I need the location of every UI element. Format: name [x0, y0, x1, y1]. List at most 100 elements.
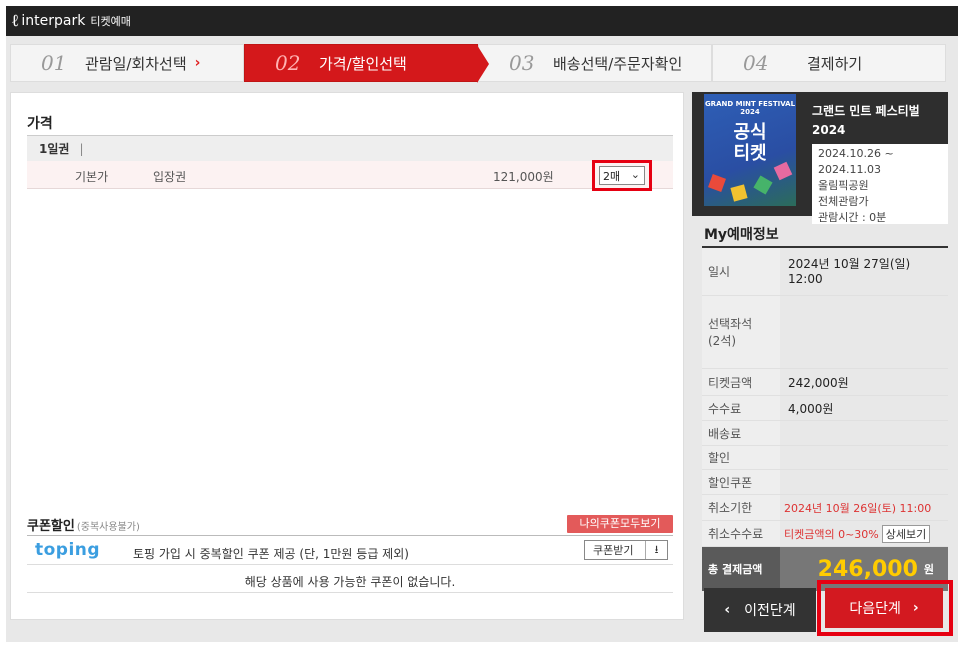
cancel-fee-text: 티켓금액의 0~30%: [784, 527, 879, 541]
poster-shape: [753, 175, 773, 195]
info-value: [780, 421, 948, 445]
coupon-title-text: 쿠폰할인: [27, 519, 75, 534]
info-key: 선택좌석 (2석): [702, 296, 780, 368]
chevron-down-icon: ⌄: [630, 168, 640, 181]
step-2: 02 가격/할인선택: [244, 44, 489, 83]
step-label: 관람일/회차선택: [85, 54, 187, 73]
download-icon: ⭳: [645, 541, 667, 559]
total-value: 246,000: [817, 556, 918, 582]
info-value: [780, 470, 948, 494]
info-key: 배송료: [702, 421, 780, 445]
info-value: [780, 446, 948, 469]
info-row-cancel-fee: 취소수수료 티켓금액의 0~30% 상세보기: [702, 521, 948, 547]
info-row-fee: 수수료 4,000원: [702, 396, 948, 421]
show-info: 2024.10.26 ~ 2024.11.03 올림픽공원 전체관람가 관람시간…: [812, 144, 948, 224]
step-label: 가격/할인선택: [319, 54, 407, 73]
poster-shape: [730, 184, 748, 202]
get-coupon-label: 쿠폰받기: [593, 544, 634, 557]
show-rating: 전체관람가: [818, 195, 869, 208]
info-row-discount: 할인: [702, 446, 948, 470]
info-value: 티켓금액의 0~30% 상세보기: [780, 521, 948, 546]
show-date-start: 2024.10.26 ~: [818, 147, 894, 160]
step-number: 02: [275, 51, 301, 75]
toping-promo-text: 토핑 가입 시 중복할인 쿠폰 제공 (단, 1만원 등급 제외): [133, 547, 409, 561]
step-number: 04: [743, 51, 769, 75]
step-label: 배송선택/주문자확인: [553, 54, 683, 73]
info-value: 242,000원: [788, 375, 849, 390]
prev-step-label: 이전단계: [744, 603, 796, 619]
my-coupons-button[interactable]: 나의쿠폰모두보기: [567, 515, 673, 533]
show-title: 그랜드 민트 페스티벌 2024: [812, 104, 920, 137]
ticket-group-header: 1일권 |: [27, 135, 673, 161]
coupon-title: 쿠폰할인 (중복사용불가): [27, 515, 140, 534]
my-info-table: 일시 2024년 10월 27일(일) 12:00 선택좌석 (2석) 티켓금액…: [702, 246, 948, 591]
price-row: 기본가 입장권 121,000원 2매 ⌄: [27, 160, 673, 191]
my-info-title: My예매정보: [704, 227, 779, 243]
coupon-note: (중복사용불가): [76, 522, 140, 533]
ticket-name: 입장권: [153, 170, 187, 184]
info-value: 2024년 10월 26일(토) 11:00: [784, 501, 932, 515]
ticket-group-label: 1일권: [39, 142, 70, 156]
info-row-coupon: 할인쿠폰: [702, 470, 948, 495]
poster-top-text: GRAND MINT FESTIVAL 2024: [704, 100, 796, 116]
info-value: [780, 296, 948, 368]
price-type: 기본가: [75, 170, 109, 184]
side-panel: GRAND MINT FESTIVAL 2024 공식 티켓 그랜드 민트 페스티…: [692, 92, 948, 591]
info-row-seats: 선택좌석 (2석): [702, 296, 948, 369]
get-coupon-button[interactable]: 쿠폰받기 ⭳: [584, 540, 668, 560]
show-poster: GRAND MINT FESTIVAL 2024 공식 티켓: [704, 94, 796, 206]
info-key: 수수료: [702, 396, 780, 420]
info-row-date: 일시 2024년 10월 27일(일) 12:00: [702, 248, 948, 296]
chevron-left-icon: ‹: [724, 602, 731, 618]
price-panel: 가격 1일권 | 기본가 입장권 121,000원 2매 ⌄ 쿠폰할인 (중복사용…: [10, 92, 684, 620]
poster-main-text: 공식 티켓: [733, 122, 767, 164]
total-label: 총 결제금액: [702, 547, 780, 591]
quantity-value: 2매: [603, 169, 621, 183]
next-step-label: 다음단계: [849, 601, 901, 617]
info-key: 할인쿠폰: [702, 470, 780, 494]
info-row-ticket-price: 티켓금액 242,000원: [702, 369, 948, 396]
step-number: 03: [509, 51, 535, 75]
toping-logo: toping: [35, 540, 101, 560]
info-key: 일시: [702, 248, 780, 295]
qty-highlight: 2매 ⌄: [592, 160, 652, 191]
quantity-select[interactable]: 2매 ⌄: [599, 166, 645, 185]
info-key: 티켓금액: [702, 369, 780, 395]
logo-brand: interpark: [21, 13, 86, 29]
chevron-right-icon: ›: [912, 600, 919, 616]
total-unit: 원: [923, 563, 934, 576]
show-runtime: 관람시간 : 0분: [818, 211, 887, 224]
poster-shape: [773, 161, 793, 181]
interpark-logo[interactable]: ℓ interpark 티켓예매: [12, 11, 131, 31]
info-key: 할인: [702, 446, 780, 469]
divider: [27, 535, 673, 536]
info-row-shipping: 배송료: [702, 421, 948, 446]
divider: |: [79, 141, 84, 156]
detail-button[interactable]: 상세보기: [881, 524, 931, 543]
divider: [27, 564, 673, 565]
ticket-price: 121,000원: [493, 170, 554, 184]
info-value: 4,000원: [788, 401, 834, 416]
step-number: 01: [41, 51, 67, 75]
info-key: 취소기한: [702, 495, 780, 520]
logo-mark-icon: ℓ: [12, 11, 19, 31]
chevron-right-icon: ›: [194, 55, 201, 71]
prev-step-button[interactable]: ‹ 이전단계: [704, 588, 816, 632]
logo-sub: 티켓예매: [90, 15, 131, 28]
step-1[interactable]: 01 관람일/회차선택 ›: [10, 44, 244, 82]
show-venue: 올림픽공원: [818, 179, 869, 192]
price-title: 가격: [27, 116, 53, 132]
info-key: 취소수수료: [702, 521, 780, 546]
top-header: ℓ interpark 티켓예매: [6, 6, 958, 36]
show-date-end: 2024.11.03: [818, 163, 881, 176]
divider: [27, 592, 673, 593]
step-4: 04 결제하기: [712, 44, 946, 82]
step-label: 결제하기: [807, 54, 863, 73]
info-value: 2024년 10월 27일(일) 12:00: [788, 256, 911, 286]
no-coupon-message: 해당 상품에 사용 가능한 쿠폰이 없습니다.: [244, 575, 456, 589]
step-3: 03 배송선택/주문자확인: [478, 44, 712, 82]
info-row-cancel-deadline: 취소기한 2024년 10월 26일(토) 11:00: [702, 495, 948, 521]
poster-shape: [708, 174, 726, 192]
next-step-button[interactable]: 다음단계 ›: [825, 588, 943, 628]
step-nav: 01 관람일/회차선택 › 02 가격/할인선택 03 배송선택/주문자확인 0…: [10, 44, 947, 83]
